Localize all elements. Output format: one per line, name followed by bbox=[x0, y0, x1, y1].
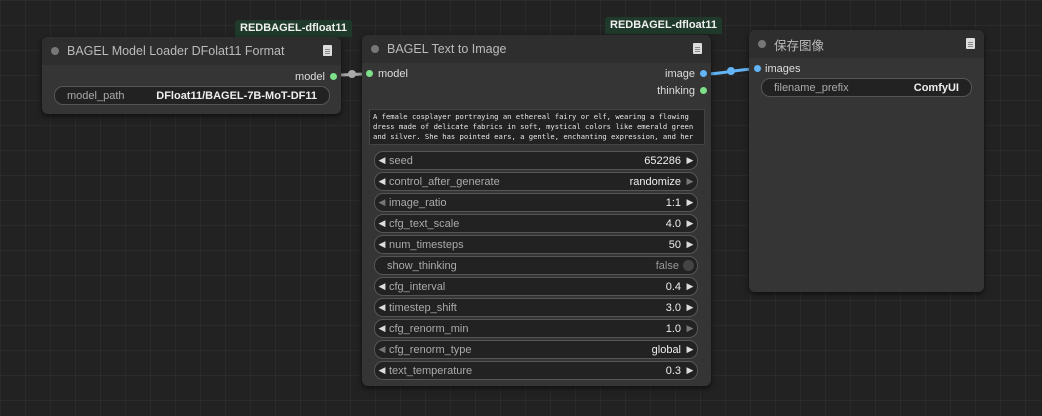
increment-arrow-icon[interactable]: ▶ bbox=[683, 155, 697, 166]
model-link-midpoint bbox=[348, 70, 356, 78]
model-input-slot[interactable] bbox=[366, 70, 373, 77]
text-to-image-node[interactable]: BAGEL Text to Image model image thinking… bbox=[362, 35, 711, 386]
num-timesteps-value: 50 bbox=[668, 238, 681, 251]
thinking-output-label: thinking bbox=[657, 85, 695, 97]
document-icon[interactable] bbox=[693, 43, 702, 54]
show-thinking-label: show_thinking bbox=[387, 259, 457, 272]
thinking-output-slot[interactable] bbox=[700, 87, 707, 94]
images-input-slot[interactable] bbox=[754, 65, 761, 72]
filename-prefix-widget[interactable]: filename_prefix ComfyUI bbox=[761, 78, 972, 97]
timestep-shift-widget[interactable]: ◀ timestep_shift 3.0 ▶ bbox=[374, 298, 698, 317]
control-after-generate-value: randomize bbox=[629, 175, 681, 188]
increment-arrow-icon[interactable]: ▶ bbox=[683, 281, 697, 292]
collapse-dot-icon[interactable] bbox=[758, 40, 766, 48]
decrement-arrow-icon[interactable]: ◀ bbox=[375, 176, 389, 187]
decrement-arrow-icon[interactable]: ◀ bbox=[375, 281, 389, 292]
image-ratio-label: image_ratio bbox=[389, 196, 447, 209]
text-temperature-value: 0.3 bbox=[665, 364, 681, 377]
image-ratio-value: 1:1 bbox=[665, 196, 681, 209]
num-timesteps-label: num_timesteps bbox=[389, 238, 464, 251]
show-thinking-value: false bbox=[655, 259, 679, 272]
timestep-shift-label: timestep_shift bbox=[389, 301, 457, 314]
save-image-node[interactable]: 保存图像 images filename_prefix ComfyUI bbox=[749, 30, 984, 292]
decrement-arrow-icon[interactable]: ◀ bbox=[375, 302, 389, 313]
toggle-knob-icon[interactable] bbox=[683, 260, 694, 271]
loader-badge: REDBAGEL-dfloat11 bbox=[235, 20, 352, 37]
cfg-renorm-type-widget[interactable]: ◀ cfg_renorm_type global ▶ bbox=[374, 340, 698, 359]
cfg-text-scale-widget[interactable]: ◀ cfg_text_scale 4.0 ▶ bbox=[374, 214, 698, 233]
decrement-arrow-icon[interactable]: ◀ bbox=[375, 218, 389, 229]
model-output-slot[interactable] bbox=[330, 73, 337, 80]
cfg-interval-value: 0.4 bbox=[665, 280, 681, 293]
save-header[interactable]: 保存图像 bbox=[749, 30, 984, 58]
cfg-renorm-type-label: cfg_renorm_type bbox=[389, 343, 472, 356]
t2i-title: BAGEL Text to Image bbox=[387, 42, 507, 56]
cfg-renorm-min-label: cfg_renorm_min bbox=[389, 322, 469, 335]
control-after-generate-widget[interactable]: ◀ control_after_generate randomize ▶ bbox=[374, 172, 698, 191]
model-path-label: model_path bbox=[67, 89, 125, 102]
t2i-input-label: model bbox=[378, 68, 408, 80]
decrement-arrow-icon[interactable]: ◀ bbox=[375, 155, 389, 166]
save-title: 保存图像 bbox=[774, 38, 825, 53]
loader-header[interactable]: BAGEL Model Loader DFolat11 Format bbox=[42, 37, 341, 65]
text-temperature-widget[interactable]: ◀ text_temperature 0.3 ▶ bbox=[374, 361, 698, 380]
cfg-interval-label: cfg_interval bbox=[389, 280, 446, 293]
model-path-widget[interactable]: model_path DFloat11/BAGEL-7B-MoT-DF11 bbox=[54, 86, 330, 105]
image-output-slot[interactable] bbox=[700, 70, 707, 77]
model-path-value: DFloat11/BAGEL-7B-MoT-DF11 bbox=[156, 89, 317, 102]
num-timesteps-widget[interactable]: ◀ num_timesteps 50 ▶ bbox=[374, 235, 698, 254]
decrement-arrow-icon[interactable]: ◀ bbox=[375, 239, 389, 250]
increment-arrow-icon[interactable]: ▶ bbox=[683, 365, 697, 376]
increment-arrow-icon[interactable]: ▶ bbox=[683, 239, 697, 250]
decrement-arrow-icon[interactable]: ◀ bbox=[375, 323, 389, 334]
prompt-textarea[interactable]: A female cosplayer portraying an etherea… bbox=[369, 109, 705, 145]
filename-prefix-value: ComfyUI bbox=[913, 81, 959, 94]
cfg-renorm-type-value: global bbox=[651, 343, 681, 356]
image-output-label: image bbox=[665, 68, 695, 80]
image-ratio-widget[interactable]: ◀ image_ratio 1:1 ▶ bbox=[374, 193, 698, 212]
increment-arrow-icon[interactable]: ▶ bbox=[683, 218, 697, 229]
document-icon[interactable] bbox=[323, 45, 332, 56]
collapse-dot-icon[interactable] bbox=[371, 45, 379, 53]
increment-arrow-icon[interactable]: ▶ bbox=[683, 197, 697, 208]
loader-output-label: model bbox=[295, 71, 325, 83]
control-after-generate-label: control_after_generate bbox=[389, 175, 500, 188]
increment-arrow-icon[interactable]: ▶ bbox=[683, 176, 697, 187]
document-icon[interactable] bbox=[966, 38, 975, 49]
image-link-midpoint bbox=[727, 67, 735, 75]
seed-value: 652286 bbox=[644, 154, 681, 167]
seed-label: seed bbox=[389, 154, 413, 167]
filename-prefix-label: filename_prefix bbox=[774, 81, 849, 94]
t2i-badge: REDBAGEL-dfloat11 bbox=[605, 17, 722, 34]
decrement-arrow-icon[interactable]: ◀ bbox=[375, 197, 389, 208]
cfg-renorm-min-widget[interactable]: ◀ cfg_renorm_min 1.0 ▶ bbox=[374, 319, 698, 338]
model-loader-node[interactable]: BAGEL Model Loader DFolat11 Format model… bbox=[42, 37, 341, 114]
save-input-label: images bbox=[765, 63, 801, 75]
increment-arrow-icon[interactable]: ▶ bbox=[683, 323, 697, 334]
decrement-arrow-icon[interactable]: ◀ bbox=[375, 344, 389, 355]
seed-widget[interactable]: ◀ seed 652286 ▶ bbox=[374, 151, 698, 170]
cfg-text-scale-label: cfg_text_scale bbox=[389, 217, 460, 230]
text-temperature-label: text_temperature bbox=[389, 364, 473, 377]
cfg-interval-widget[interactable]: ◀ cfg_interval 0.4 ▶ bbox=[374, 277, 698, 296]
increment-arrow-icon[interactable]: ▶ bbox=[683, 344, 697, 355]
cfg-text-scale-value: 4.0 bbox=[665, 217, 681, 230]
decrement-arrow-icon[interactable]: ◀ bbox=[375, 365, 389, 376]
increment-arrow-icon[interactable]: ▶ bbox=[683, 302, 697, 313]
collapse-dot-icon[interactable] bbox=[51, 47, 59, 55]
t2i-header[interactable]: BAGEL Text to Image bbox=[362, 35, 711, 63]
loader-title: BAGEL Model Loader DFolat11 Format bbox=[67, 44, 285, 58]
cfg-renorm-min-value: 1.0 bbox=[665, 322, 681, 335]
show-thinking-widget[interactable]: show_thinking false bbox=[374, 256, 698, 275]
timestep-shift-value: 3.0 bbox=[665, 301, 681, 314]
